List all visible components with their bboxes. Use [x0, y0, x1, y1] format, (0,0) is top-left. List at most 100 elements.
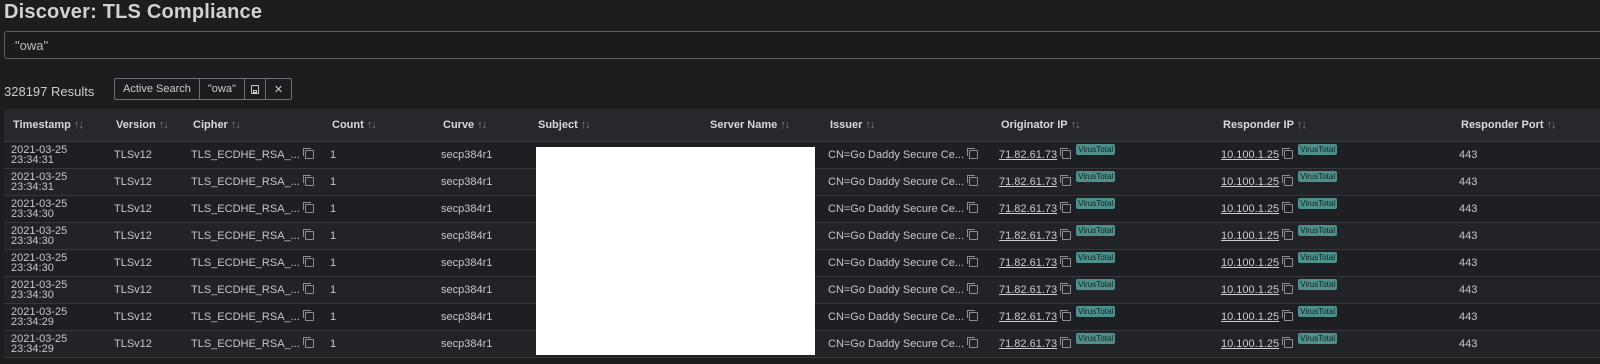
- copy-icon[interactable]: [1282, 283, 1294, 294]
- copy-icon[interactable]: [967, 256, 979, 267]
- copy-icon[interactable]: [967, 202, 979, 213]
- cell-cipher: TLS_ECDHE_RSA_...: [184, 195, 323, 223]
- copy-icon[interactable]: [967, 148, 979, 159]
- virustotal-badge[interactable]: VirusTotal: [1076, 198, 1116, 209]
- copy-icon[interactable]: [1060, 256, 1072, 267]
- sort-icon[interactable]: ↑↓: [865, 119, 875, 131]
- column-header[interactable]: Issuer ↑↓: [821, 109, 992, 142]
- responder-ip-link[interactable]: 10.100.1.25: [1221, 176, 1279, 188]
- column-header[interactable]: Originator IP ↑↓: [992, 109, 1214, 142]
- search-input[interactable]: "owa": [4, 31, 1600, 59]
- originator-ip-link[interactable]: 71.82.61.73: [999, 149, 1057, 161]
- virustotal-badge[interactable]: VirusTotal: [1076, 306, 1116, 317]
- responder-ip-link[interactable]: 10.100.1.25: [1221, 311, 1279, 323]
- copy-icon[interactable]: [967, 229, 979, 240]
- cell-version: TLSv12: [107, 276, 184, 304]
- column-header[interactable]: Responder Port ↑↓: [1452, 109, 1600, 142]
- virustotal-badge[interactable]: VirusTotal: [1298, 198, 1338, 209]
- cell-issuer: CN=Go Daddy Secure Ce...: [821, 249, 992, 277]
- clear-search-button[interactable]: ✕: [264, 79, 291, 99]
- query-chip[interactable]: "owa": [198, 79, 244, 99]
- originator-ip-link[interactable]: 71.82.61.73: [999, 230, 1057, 242]
- copy-icon[interactable]: [302, 229, 314, 240]
- copy-icon[interactable]: [967, 310, 979, 321]
- copy-icon[interactable]: [967, 283, 979, 294]
- originator-ip-link[interactable]: 71.82.61.73: [999, 203, 1057, 215]
- copy-icon[interactable]: [302, 202, 314, 213]
- responder-ip-link[interactable]: 10.100.1.25: [1221, 149, 1279, 161]
- copy-icon[interactable]: [302, 283, 314, 294]
- copy-icon[interactable]: [1282, 148, 1294, 159]
- copy-icon[interactable]: [302, 148, 314, 159]
- copy-icon[interactable]: [1060, 148, 1072, 159]
- copy-icon[interactable]: [302, 175, 314, 186]
- virustotal-badge[interactable]: VirusTotal: [1076, 171, 1116, 182]
- sort-icon[interactable]: ↑↓: [1297, 119, 1307, 131]
- originator-ip-link[interactable]: 71.82.61.73: [999, 284, 1057, 296]
- copy-icon[interactable]: [1282, 337, 1294, 348]
- virustotal-badge[interactable]: VirusTotal: [1298, 306, 1338, 317]
- virustotal-badge[interactable]: VirusTotal: [1076, 333, 1116, 344]
- copy-icon[interactable]: [1282, 229, 1294, 240]
- sort-icon[interactable]: ↑↓: [477, 119, 487, 131]
- cell-timestamp: 2021-03-25 23:34:30: [4, 222, 107, 250]
- copy-icon[interactable]: [302, 256, 314, 267]
- sort-icon[interactable]: ↑↓: [159, 119, 169, 131]
- virustotal-badge[interactable]: VirusTotal: [1298, 225, 1338, 236]
- virustotal-badge[interactable]: VirusTotal: [1076, 225, 1116, 236]
- column-header[interactable]: Count ↑↓: [323, 109, 434, 142]
- originator-ip-link[interactable]: 71.82.61.73: [999, 257, 1057, 269]
- originator-ip-link[interactable]: 71.82.61.73: [999, 176, 1057, 188]
- copy-icon[interactable]: [1060, 283, 1072, 294]
- column-header[interactable]: Responder IP ↑↓: [1214, 109, 1452, 142]
- cell-version: TLSv12: [107, 330, 184, 358]
- virustotal-badge[interactable]: VirusTotal: [1298, 333, 1338, 344]
- responder-ip-link[interactable]: 10.100.1.25: [1221, 338, 1279, 350]
- virustotal-badge[interactable]: VirusTotal: [1076, 279, 1116, 290]
- column-header[interactable]: Subject ↑↓: [529, 109, 701, 142]
- copy-icon[interactable]: [302, 310, 314, 321]
- column-header[interactable]: Server Name ↑↓: [701, 109, 821, 142]
- column-header[interactable]: Version ↑↓: [107, 109, 184, 142]
- originator-ip-link[interactable]: 71.82.61.73: [999, 338, 1057, 350]
- virustotal-badge[interactable]: VirusTotal: [1298, 279, 1338, 290]
- sort-icon[interactable]: ↑↓: [1547, 119, 1557, 131]
- copy-icon[interactable]: [1060, 202, 1072, 213]
- issuer-value: CN=Go Daddy Secure Ce...: [828, 284, 965, 296]
- column-header[interactable]: Curve ↑↓: [434, 109, 529, 142]
- responder-ip-link[interactable]: 10.100.1.25: [1221, 257, 1279, 269]
- cell-curve: secp384r1: [434, 330, 529, 358]
- responder-ip-link[interactable]: 10.100.1.25: [1221, 284, 1279, 296]
- responder-ip-link[interactable]: 10.100.1.25: [1221, 203, 1279, 215]
- copy-icon[interactable]: [1282, 202, 1294, 213]
- column-header[interactable]: Cipher ↑↓: [184, 109, 323, 142]
- timestamp-time: 23:34:30: [11, 235, 54, 247]
- copy-icon[interactable]: [1060, 310, 1072, 321]
- copy-icon[interactable]: [302, 337, 314, 348]
- virustotal-badge[interactable]: VirusTotal: [1076, 144, 1116, 155]
- cell-curve: secp384r1: [434, 222, 529, 250]
- sort-icon[interactable]: ↑↓: [367, 119, 377, 131]
- virustotal-badge[interactable]: VirusTotal: [1298, 171, 1338, 182]
- originator-ip-link[interactable]: 71.82.61.73: [999, 311, 1057, 323]
- copy-icon[interactable]: [967, 175, 979, 186]
- virustotal-badge[interactable]: VirusTotal: [1298, 144, 1338, 155]
- copy-icon[interactable]: [1282, 175, 1294, 186]
- column-header[interactable]: Timestamp ↑↓: [4, 109, 107, 142]
- copy-icon[interactable]: [1060, 175, 1072, 186]
- sort-icon[interactable]: ↑↓: [231, 119, 241, 131]
- cell-cipher: TLS_ECDHE_RSA_...: [184, 276, 323, 304]
- virustotal-badge[interactable]: VirusTotal: [1298, 252, 1338, 263]
- copy-icon[interactable]: [1060, 337, 1072, 348]
- virustotal-badge[interactable]: VirusTotal: [1076, 252, 1116, 263]
- sort-icon[interactable]: ↑↓: [1071, 119, 1081, 131]
- sort-icon[interactable]: ↑↓: [581, 119, 591, 131]
- responder-ip-link[interactable]: 10.100.1.25: [1221, 230, 1279, 242]
- copy-icon[interactable]: [967, 337, 979, 348]
- copy-icon[interactable]: [1060, 229, 1072, 240]
- copy-icon[interactable]: [1282, 310, 1294, 321]
- sort-icon[interactable]: ↑↓: [780, 119, 790, 131]
- copy-icon[interactable]: [1282, 256, 1294, 267]
- sort-icon[interactable]: ↑↓: [74, 119, 84, 131]
- save-search-button[interactable]: [243, 79, 265, 99]
